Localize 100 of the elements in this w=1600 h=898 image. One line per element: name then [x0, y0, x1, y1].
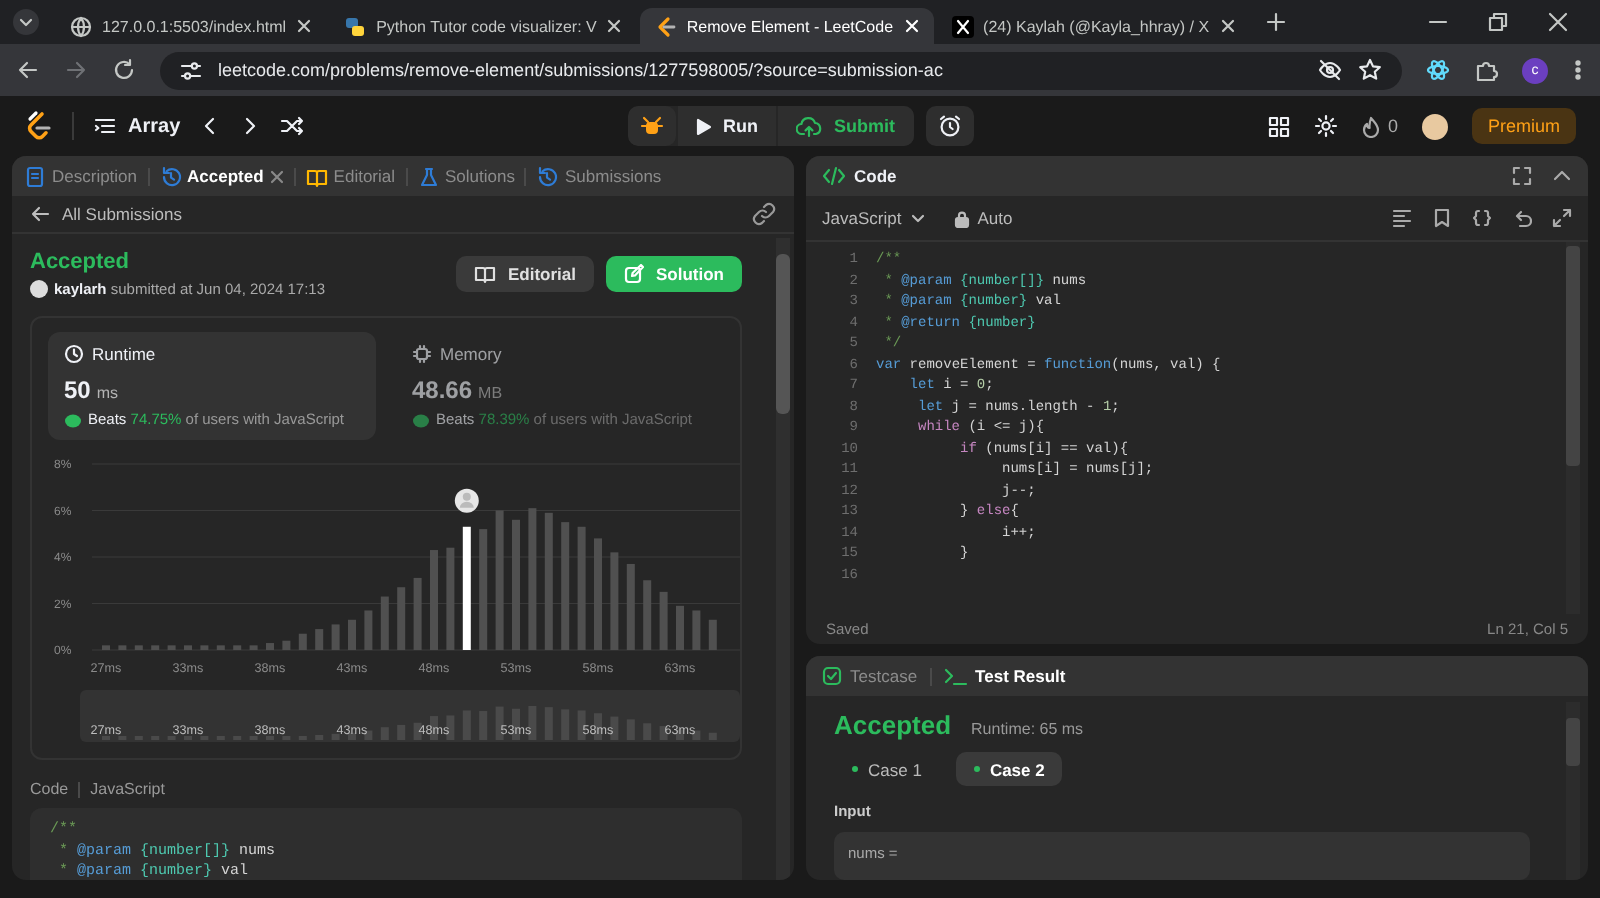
atom-icon[interactable]: [1426, 58, 1450, 82]
code-icon: [822, 166, 846, 186]
expand-icon[interactable]: [1552, 208, 1572, 228]
bookmark-icon[interactable]: [1432, 208, 1452, 228]
format-icon[interactable]: [1392, 208, 1412, 228]
chart-bar: [430, 550, 438, 650]
chart-bar: [659, 591, 668, 650]
list-icon: [94, 116, 116, 136]
chart-bar: [102, 645, 110, 650]
close-icon[interactable]: [1548, 12, 1568, 32]
site-settings-icon[interactable]: [180, 59, 202, 81]
chart-bar: [184, 645, 192, 650]
menu-icon[interactable]: [1572, 58, 1584, 82]
browser-tab[interactable]: Remove Element - LeetCode: [640, 8, 934, 44]
arrow-left-icon: [30, 204, 50, 224]
browser-tab[interactable]: (24) Kaylah (@Kayla_hhray) / X: [937, 8, 1250, 44]
stat-title: Memory: [440, 344, 502, 364]
cloud-upload-icon: [796, 115, 822, 137]
chart-bar: [216, 645, 225, 650]
tab-icon: [159, 165, 182, 187]
x-logo-icon: [951, 15, 974, 37]
panel-tab[interactable]: Test Result: [943, 666, 1066, 686]
timer-button[interactable]: [925, 106, 973, 146]
chart-bar: [151, 645, 160, 650]
chart-bar: [561, 522, 570, 650]
stat-unit: MB: [478, 384, 503, 402]
run-button[interactable]: Run: [677, 106, 776, 146]
debug-button[interactable]: [627, 106, 675, 146]
chart-bar: [364, 610, 373, 650]
chart-bar: [708, 619, 717, 650]
scrollbar[interactable]: [1566, 242, 1580, 614]
streak-counter[interactable]: 0: [1361, 115, 1398, 137]
undo-icon[interactable]: [1512, 208, 1532, 228]
chart-bar: [282, 640, 291, 650]
restore-icon[interactable]: [1488, 12, 1508, 32]
link-icon[interactable]: [752, 202, 776, 226]
play-icon: [695, 117, 711, 135]
editorial-button[interactable]: Editorial: [455, 256, 594, 292]
tab-icon: [536, 165, 559, 187]
browser-tab[interactable]: Python Tutor code visualizer: V: [330, 8, 637, 44]
panel-tab[interactable]: Testcase: [822, 666, 918, 686]
chart-bar: [643, 580, 652, 650]
panel-tab[interactable]: Editorial: [305, 165, 396, 187]
chart-bar: [348, 619, 356, 650]
back-icon[interactable]: [16, 58, 40, 82]
eye-slash-icon[interactable]: [1318, 58, 1342, 82]
problem-list-link[interactable]: Array: [94, 115, 181, 137]
premium-button[interactable]: Premium: [1471, 108, 1576, 144]
case-tab[interactable]: Case 1: [834, 752, 940, 786]
chart-bar: [495, 510, 504, 650]
panel-title: Code: [854, 166, 899, 186]
mode-label: Auto: [953, 208, 1013, 228]
scrollbar[interactable]: [1566, 702, 1580, 880]
panel-tab[interactable]: Accepted: [159, 165, 284, 187]
tab-icon: [417, 165, 440, 187]
chevron-right-icon[interactable]: [240, 116, 261, 136]
chart-bar: [610, 552, 619, 650]
grid-icon[interactable]: [1267, 115, 1290, 137]
chart-bar: [544, 512, 553, 650]
back-link[interactable]: All Submissions: [30, 204, 752, 224]
close-icon[interactable]: [1219, 18, 1236, 34]
logo-icon: [24, 110, 52, 142]
puzzle-icon[interactable]: [1474, 58, 1498, 82]
chart-bar: [462, 526, 471, 650]
stat-unit: ms: [96, 384, 119, 402]
tab-icon: [24, 165, 46, 187]
chart-bar: [134, 645, 143, 650]
chart-bar: [298, 633, 307, 650]
shuffle-icon[interactable]: [280, 116, 305, 136]
forward-icon[interactable]: [64, 58, 88, 82]
close-icon[interactable]: [606, 18, 623, 34]
panel-tab[interactable]: Solutions: [417, 165, 515, 187]
star-icon[interactable]: [1358, 58, 1382, 82]
scrollbar[interactable]: [776, 238, 790, 880]
dot-icon: [852, 766, 858, 772]
terminal-icon: [943, 666, 968, 686]
chart-bar: [676, 605, 684, 650]
tab-icon: [305, 165, 328, 187]
language-dropdown[interactable]: JavaScript: [822, 208, 926, 228]
close-icon[interactable]: [296, 18, 313, 34]
new-tab-icon[interactable]: [1265, 12, 1286, 32]
case-tab[interactable]: Case 2: [955, 752, 1063, 786]
panel-tab[interactable]: Submissions: [536, 165, 662, 187]
section-title: Code: [30, 780, 69, 798]
settings-icon[interactable]: [1313, 114, 1338, 138]
browser-tab[interactable]: 127.0.0.1:5503/index.html: [56, 8, 327, 44]
chevron-up-icon[interactable]: [1552, 166, 1572, 186]
stat-value: 50: [64, 376, 91, 404]
submit-button[interactable]: Submit: [778, 106, 913, 146]
avatar-icon[interactable]: [1421, 113, 1448, 139]
fullscreen-icon[interactable]: [1512, 166, 1532, 186]
check-square-icon: [822, 666, 842, 686]
tab-list-icon[interactable]: [12, 8, 40, 36]
panel-tab[interactable]: Description: [24, 165, 138, 187]
clock-icon: [64, 344, 84, 364]
chart-bar: [118, 645, 127, 650]
braces-icon[interactable]: [1472, 208, 1492, 228]
address-bar[interactable]: leetcode.com/problems/remove-element/submissions/1277598005/?source=submission-ac: [160, 51, 1402, 89]
chart-bar: [413, 577, 422, 650]
reload-icon[interactable]: [112, 58, 136, 82]
